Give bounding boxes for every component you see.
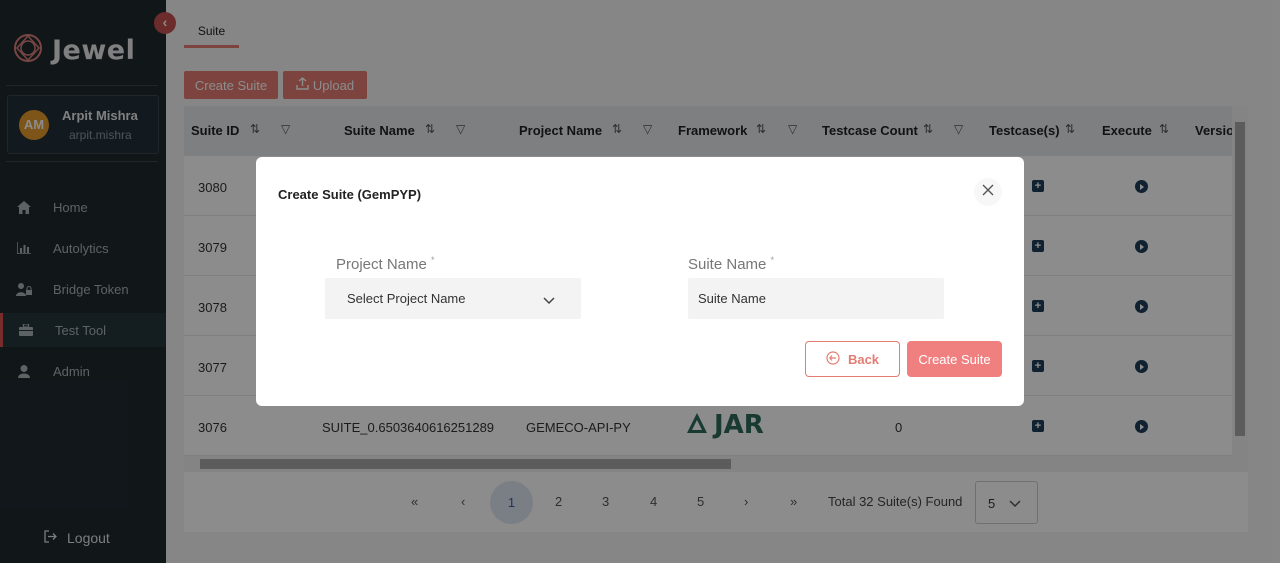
- create-suite-button-label: Create Suite: [918, 351, 991, 367]
- dialog-title: Create Suite (GemPYP): [278, 187, 422, 202]
- suite-name-label: Suite Name *: [688, 255, 774, 273]
- create-suite-dialog: Create Suite (GemPYP) Project Name * Sel…: [256, 157, 1024, 406]
- close-icon: [982, 183, 994, 201]
- suite-name-placeholder: Suite Name: [698, 291, 766, 306]
- suite-name-input[interactable]: Suite Name: [688, 278, 944, 319]
- required-mark: *: [431, 255, 435, 265]
- project-name-placeholder: Select Project Name: [347, 291, 466, 306]
- required-mark: *: [770, 255, 775, 265]
- suite-name-label-text: Suite Name: [688, 256, 767, 273]
- chevron-down-icon: [543, 293, 555, 308]
- back-label: Back: [847, 351, 880, 367]
- back-button[interactable]: Back: [805, 341, 900, 377]
- project-name-label: Project Name *: [336, 255, 435, 273]
- back-circle-icon: [826, 350, 840, 368]
- project-name-select[interactable]: Select Project Name: [325, 278, 581, 319]
- create-suite-button[interactable]: Create Suite: [907, 341, 1002, 377]
- close-button[interactable]: [974, 178, 1002, 206]
- project-name-label-text: Project Name: [336, 256, 427, 273]
